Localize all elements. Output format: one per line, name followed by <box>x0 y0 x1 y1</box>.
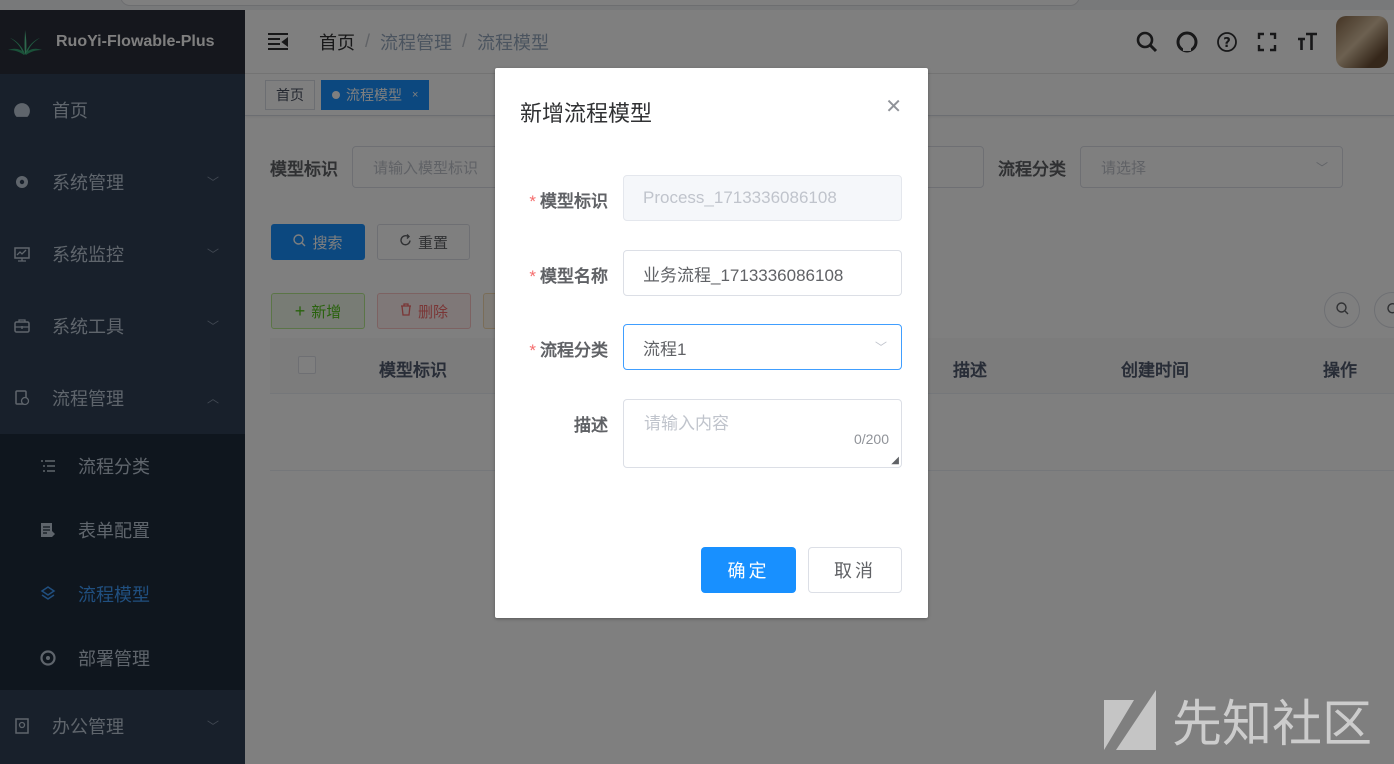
dialog-title: 新增流程模型 <box>520 101 653 126</box>
form-row-model-name: * 模型名称 业务流程_1713336086108 <box>495 250 928 296</box>
form-row-model-key: * 模型标识 Process_1713336086108 <box>495 175 928 221</box>
field-label: * 流程分类 <box>529 336 608 361</box>
field-label-text: 流程分类 <box>540 341 608 360</box>
field-label: 描述 <box>574 416 608 435</box>
required-asterisk: * <box>529 267 536 286</box>
model-key-input: Process_1713336086108 <box>623 175 902 221</box>
field-label-text: 模型标识 <box>540 192 608 211</box>
chevron-down-icon: ﹀ <box>874 340 887 355</box>
close-icon[interactable]: ✕ <box>885 94 902 119</box>
model-name-input[interactable]: 业务流程_1713336086108 <box>623 250 902 296</box>
category-select[interactable]: 流程1 ﹀ <box>623 324 902 370</box>
description-textarea[interactable]: 请输入内容 0/200 ◢ <box>623 399 902 468</box>
watermark: 先知社区 <box>1104 684 1372 756</box>
textarea-placeholder: 请输入内容 <box>644 414 729 433</box>
field-label: * 模型标识 <box>529 187 608 212</box>
form-row-description: 描述 请输入内容 0/200 ◢ <box>495 399 928 468</box>
selected-value: 流程1 <box>643 339 687 359</box>
field-label: * 模型名称 <box>529 262 608 287</box>
add-model-dialog: 新增流程模型 ✕ * 模型标识 Process_1713336086108 * 模型… <box>495 68 928 618</box>
watermark-logo-icon <box>1104 690 1156 750</box>
form-row-category: * 流程分类 流程1 ﹀ <box>495 324 928 370</box>
required-asterisk: * <box>529 341 536 360</box>
resize-handle-icon[interactable]: ◢ <box>891 455 899 466</box>
confirm-button[interactable]: 确定 <box>701 547 796 593</box>
cancel-button[interactable]: 取消 <box>808 547 902 593</box>
character-counter: 0/200 <box>853 431 889 447</box>
field-label-text: 模型名称 <box>540 267 608 286</box>
watermark-text: 先知社区 <box>1172 696 1372 752</box>
required-asterisk: * <box>529 192 536 211</box>
